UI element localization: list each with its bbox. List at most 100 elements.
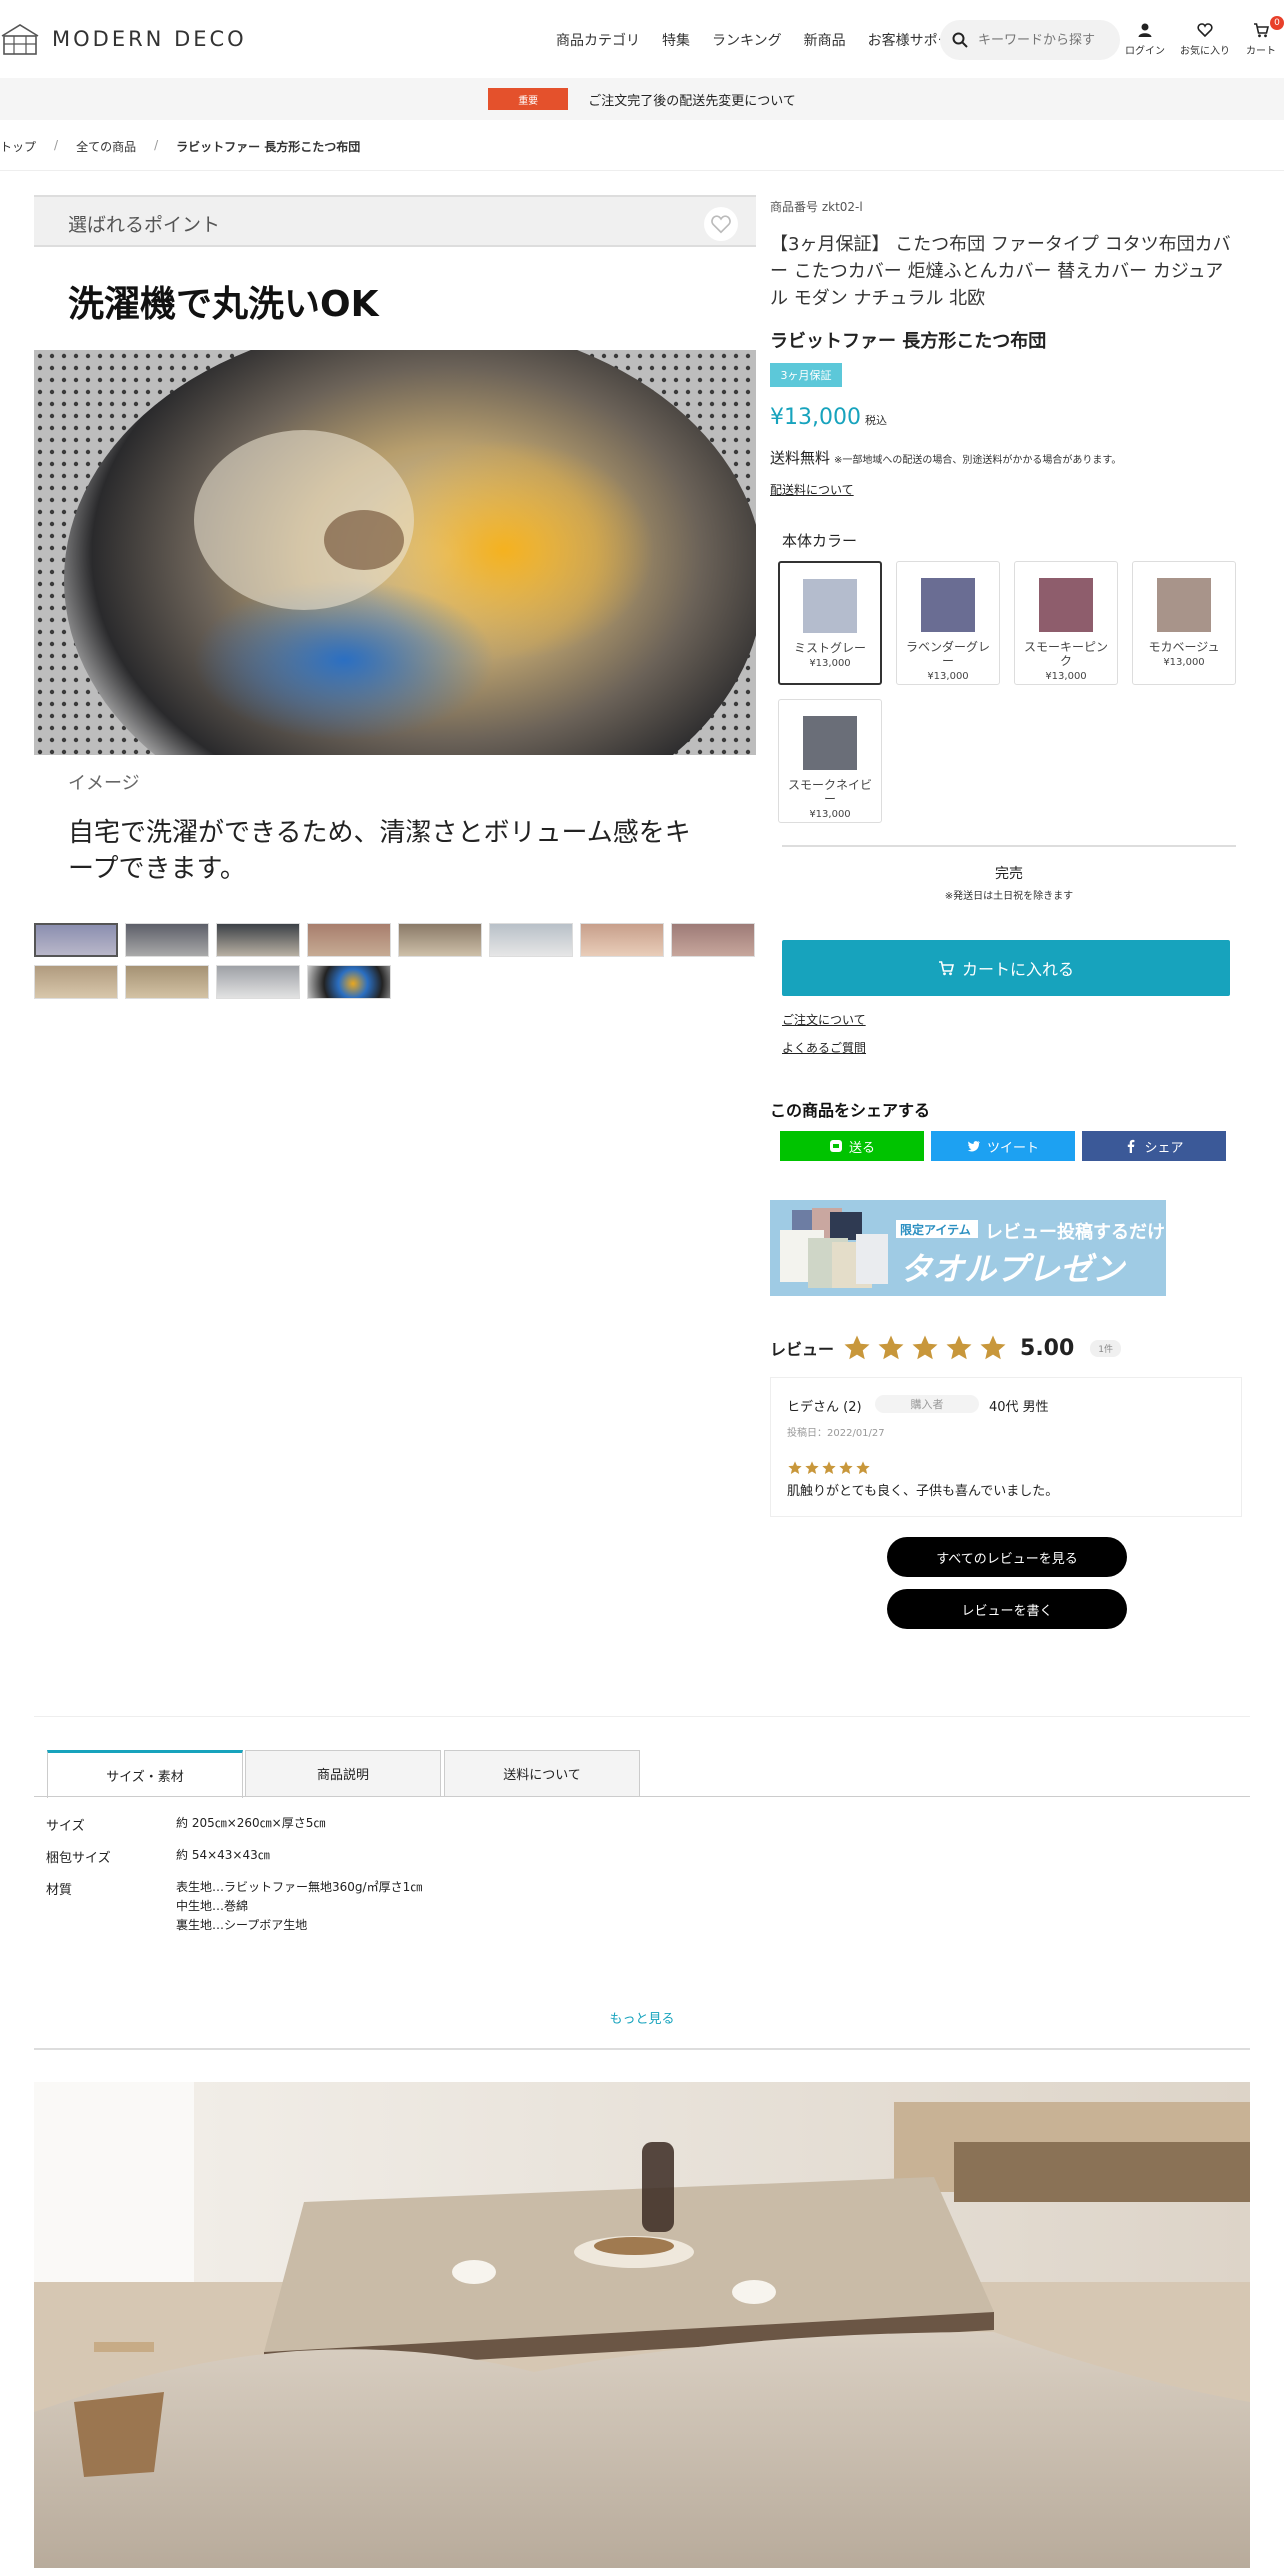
favorite-toggle-button[interactable] (704, 207, 738, 241)
share-line-label: 送る (848, 1140, 875, 1156)
share-facebook-button[interactable]: シェア (1082, 1131, 1226, 1161)
color-label: 本体カラー (782, 532, 858, 550)
buyer-badge: 購入者 (875, 1395, 979, 1413)
user-icon (1138, 23, 1152, 37)
logo-house-icon (1, 24, 39, 55)
breadcrumb-separator: / (54, 138, 59, 152)
warranty-tag: 3ヶ月保証 (770, 363, 842, 387)
thumbnail-9[interactable] (34, 965, 118, 999)
thumbnail-8[interactable] (671, 923, 755, 957)
star-icon (878, 1335, 904, 1360)
star-icon (822, 1461, 836, 1474)
review-label: レビュー (770, 1340, 835, 1359)
spec-value-size: 約 205㎝×260㎝×厚さ5㎝ (176, 1816, 326, 1830)
nav-features[interactable]: 特集 (662, 30, 690, 50)
thumbnail-2[interactable] (125, 923, 209, 957)
thumbnail-10[interactable] (125, 965, 209, 999)
main-nav: 商品カテゴリ 特集 ランキング 新商品 お客様サポート (556, 30, 966, 50)
review-campaign-banner[interactable]: 限定アイテム レビュー投稿するだけ タオルプレゼント! (770, 1200, 1166, 1296)
price-value: ¥13,000 (770, 405, 861, 430)
review-stars (787, 1460, 871, 1476)
banner-line2: タオルプレゼント! (900, 1250, 1125, 1288)
stock-status: 完売 (995, 866, 1023, 882)
cart-count-badge: 0 (1270, 16, 1284, 30)
color-name: ミストグレー (793, 641, 866, 655)
thumbnail-12[interactable] (307, 965, 391, 999)
review-text: 肌触りがとても良く、子供も喜んでいました。 (787, 1484, 1059, 1499)
stock-note: ※発送日は土日祝を除きます (944, 891, 1074, 902)
facebook-icon (1128, 1139, 1135, 1153)
color-price: ¥13,000 (809, 809, 851, 820)
thumbnail-4[interactable] (307, 923, 391, 957)
spec-key-size: サイズ (46, 1819, 85, 1834)
tab-description[interactable]: 商品説明 (245, 1750, 441, 1796)
favorites-button[interactable]: お気に入り (1180, 22, 1230, 57)
thumbnail-6[interactable] (489, 923, 573, 957)
color-name: ラベンダーグレー (905, 640, 990, 668)
image-headline: 洗濯機で丸洗いOK (68, 284, 379, 325)
color-option-mocha-beige[interactable]: モカベージュ ¥13,000 (1132, 561, 1236, 685)
share-facebook-label: シェア (1144, 1140, 1184, 1156)
divider (34, 2048, 1250, 2050)
nav-categories[interactable]: 商品カテゴリ (556, 30, 640, 50)
share-twitter-button[interactable]: ツイート (931, 1131, 1075, 1161)
cart-icon (938, 961, 954, 976)
notice-badge: 重要 (488, 88, 569, 110)
nav-new-products[interactable]: 新商品 (804, 30, 846, 50)
thumbnail-7[interactable] (580, 923, 664, 957)
thumbnail-11[interactable] (216, 965, 300, 999)
breadcrumb-separator: / (154, 138, 159, 152)
breadcrumb-top[interactable]: トップ (0, 138, 36, 155)
thumbnail-3[interactable] (216, 923, 300, 957)
search-box[interactable] (940, 20, 1120, 60)
shipping-fee-link[interactable]: 配送料について (770, 481, 854, 498)
all-reviews-button[interactable]: すべてのレビューを見る (887, 1537, 1127, 1577)
color-option-smoke-navy[interactable]: スモークネイビー ¥13,000 (778, 699, 882, 823)
star-icon (980, 1335, 1006, 1360)
breadcrumb-current: ラビットファー 長方形こたつ布団 (176, 140, 361, 154)
color-price: ¥13,000 (927, 671, 969, 682)
main-product-image[interactable]: 選ばれるポイント 洗濯機で丸洗いOK イメージ 自宅で洗濯ができるため、清潔さと… (34, 195, 756, 897)
nav-ranking[interactable]: ランキング (712, 30, 782, 50)
spec-key-package: 梱包サイズ (46, 1851, 111, 1866)
color-option-smoky-pink[interactable]: スモーキーピンク ¥13,000 (1014, 561, 1118, 685)
login-button[interactable]: ログイン (1125, 22, 1165, 57)
thumbnail-5[interactable] (398, 923, 482, 957)
spec-value-package: 約 54×43×43㎝ (176, 1848, 270, 1862)
tab-size-material[interactable]: サイズ・素材 (47, 1750, 243, 1798)
cart-button[interactable]: カート 0 (1246, 16, 1284, 57)
breadcrumb-all-products[interactable]: 全ての商品 (76, 138, 136, 155)
product-title: 【3ヶ月保証】 こたつ布団 ファータイプ コタツ布団カバー こたつカバー 炬燵ふ… (770, 234, 1231, 309)
divider (0, 170, 1284, 171)
site-header: MODERN DECO 商品カテゴリ 特集 ランキング 新商品 お客様サポート … (0, 0, 1284, 78)
color-option-mist-gray[interactable]: ミストグレー ¥13,000 (778, 561, 882, 685)
banner-badge: 限定アイテム (900, 1223, 971, 1237)
tab-shipping[interactable]: 送料について (444, 1750, 640, 1796)
divider (34, 1796, 1250, 1797)
lifestyle-photo (34, 2082, 1250, 2568)
order-info-link[interactable]: ご注文について (782, 1011, 866, 1028)
review-summary: レビュー 5.00 1件 (770, 1333, 1122, 1363)
share-line-button[interactable]: 送る (780, 1131, 924, 1161)
review-age: 40代 男性 (989, 1400, 1049, 1415)
show-more-link[interactable]: もっと見る (0, 2008, 1284, 2027)
thumbnail-1[interactable] (34, 923, 118, 957)
faq-link[interactable]: よくあるご質問 (782, 1039, 866, 1056)
product-sku: 商品番号 zkt02-l (770, 200, 863, 214)
logo-text: MODERN DECO (52, 27, 247, 51)
notice-text[interactable]: ご注文完了後の配送先変更について (588, 90, 796, 109)
share-title: この商品をシェアする (770, 1101, 931, 1120)
search-input[interactable] (978, 32, 1108, 48)
review-author: ヒデさん (2) (787, 1400, 862, 1415)
heart-icon (1197, 23, 1213, 38)
line-icon (829, 1140, 842, 1152)
add-to-cart-button[interactable]: カートに入れる (782, 940, 1230, 996)
site-logo[interactable]: MODERN DECO (0, 22, 247, 56)
write-review-button[interactable]: レビューを書く (887, 1589, 1127, 1629)
product-name: ラビットファー 長方形こたつ布団 (770, 331, 1047, 352)
add-to-cart-label: カートに入れる (961, 960, 1074, 979)
color-price: ¥13,000 (809, 658, 851, 669)
color-option-lavender-gray[interactable]: ラベンダーグレー ¥13,000 (896, 561, 1000, 685)
twitter-icon (967, 1141, 980, 1152)
notice-bar[interactable]: 重要 ご注文完了後の配送先変更について (0, 78, 1284, 120)
